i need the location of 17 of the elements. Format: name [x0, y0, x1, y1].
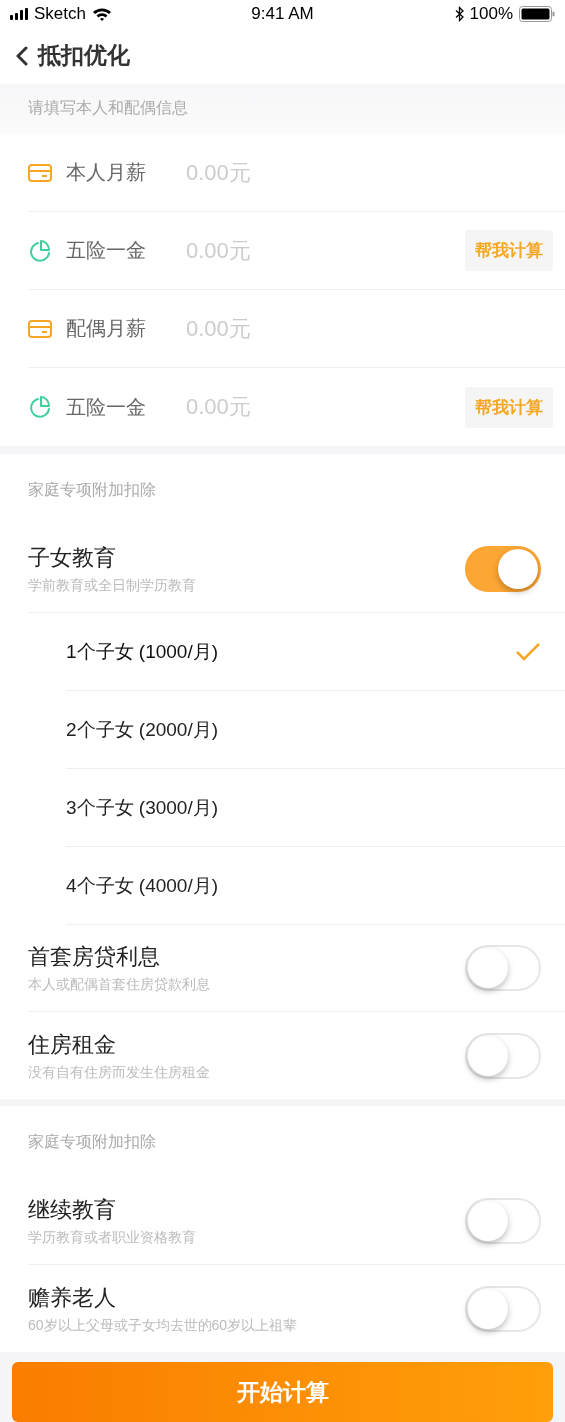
item-title: 首套房贷利息 — [28, 943, 161, 971]
clock-time: 9:41 AM — [251, 3, 314, 24]
field-label: 五险一金 — [66, 238, 147, 263]
item-subtitle: 学历教育或者职业资格教育 — [28, 1229, 196, 1247]
field-label: 五险一金 — [66, 394, 147, 420]
item-subtitle: 没有自有住房而发生住房租金 — [28, 1063, 210, 1082]
page-title: 抵扣优化 — [38, 41, 130, 71]
carrier-name: Sketch — [34, 3, 86, 24]
item-title: 赡养老人 — [28, 1283, 117, 1312]
item-subtitle: 学前教育或全日制学历教育 — [28, 577, 196, 595]
battery-percent: 100% — [469, 3, 513, 24]
field-label: 配偶月薪 — [66, 316, 147, 341]
field-label: 本人月薪 — [66, 160, 147, 185]
item-title: 子女教育 — [28, 544, 117, 572]
item-subtitle: 本人或配偶首套住房贷款利息 — [28, 976, 210, 994]
item-title: 继续教育 — [28, 1196, 117, 1224]
item-title: 住房租金 — [28, 1030, 117, 1059]
